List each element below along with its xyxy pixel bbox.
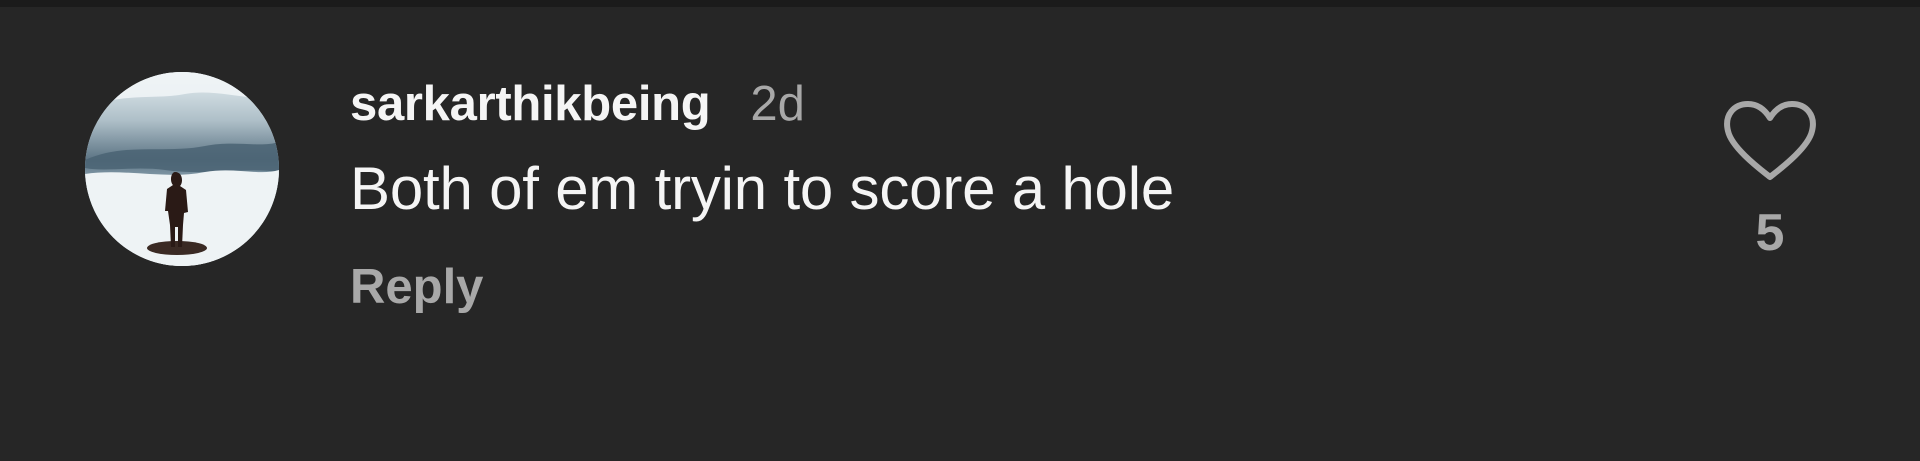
comment-item: sarkarthikbeing 2d Both of em tryin to s…	[0, 7, 1920, 461]
like-button[interactable]	[1722, 99, 1818, 183]
username[interactable]: sarkarthikbeing	[350, 69, 711, 139]
comment-meta: sarkarthikbeing 2d	[350, 69, 1650, 139]
reply-button[interactable]: Reply	[350, 259, 483, 315]
comment-body: sarkarthikbeing 2d Both of em tryin to s…	[350, 69, 1650, 315]
avatar-photo	[85, 72, 279, 266]
like-section: 5	[1722, 99, 1818, 263]
like-count: 5	[1755, 204, 1785, 262]
timestamp: 2d	[750, 77, 805, 131]
comment-text: Both of em tryin to score a hole	[350, 155, 1175, 222]
heart-outline-icon	[1724, 101, 1816, 180]
top-divider	[0, 0, 1920, 7]
avatar[interactable]	[85, 72, 279, 266]
